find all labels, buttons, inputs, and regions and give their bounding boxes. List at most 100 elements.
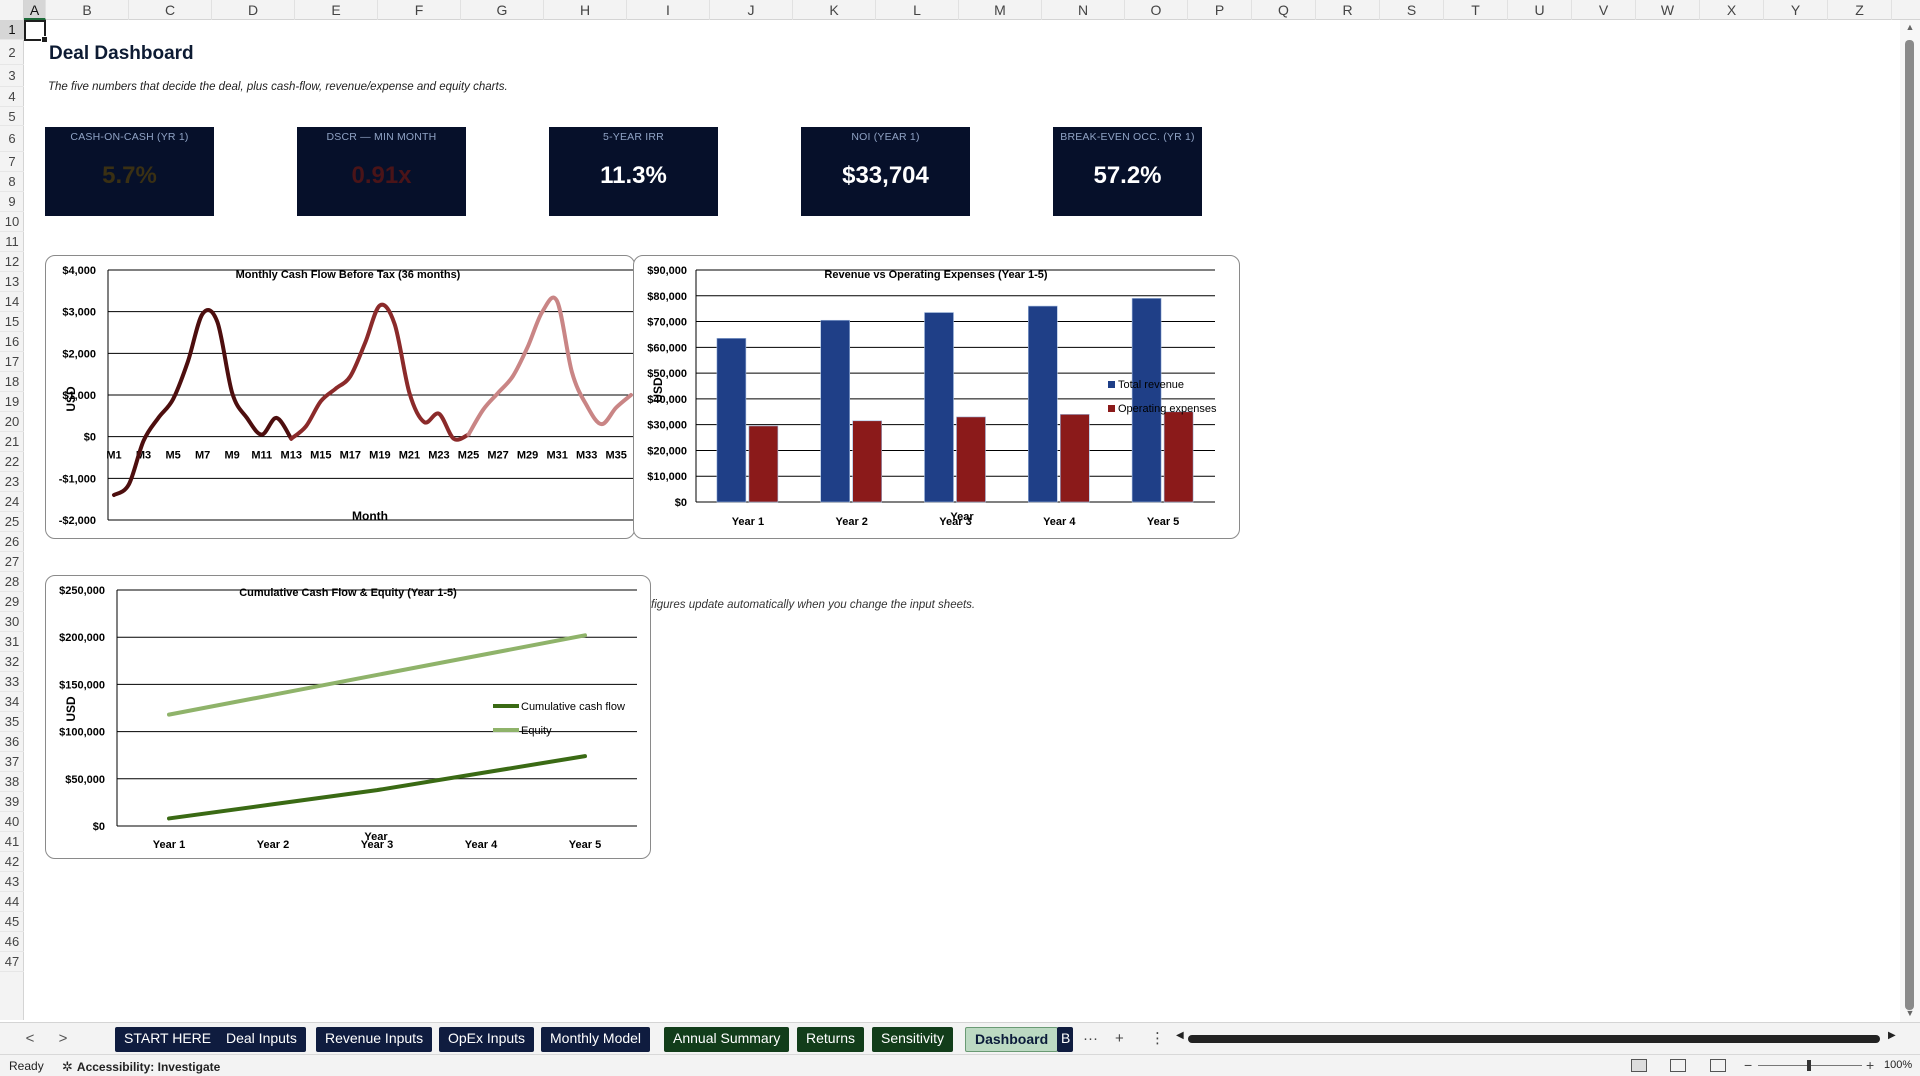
cumulative-equity-chart[interactable]: $250,000 $200,000 $150,000 $100,000 $50,000 $…	[45, 575, 651, 859]
row-header-9[interactable]: 9	[0, 192, 24, 212]
row-header-24[interactable]: 24	[0, 492, 24, 512]
column-header-r[interactable]: R	[1316, 0, 1380, 20]
row-header-26[interactable]: 26	[0, 532, 24, 552]
row-header-43[interactable]: 43	[0, 872, 24, 892]
add-sheet-icon[interactable]: +	[1115, 1027, 1124, 1051]
row-header-21[interactable]: 21	[0, 432, 24, 452]
select-all-corner[interactable]	[0, 0, 24, 20]
column-header-z[interactable]: Z	[1828, 0, 1892, 20]
column-header-b[interactable]: B	[46, 0, 129, 20]
row-header-4[interactable]: 4	[0, 87, 24, 107]
row-header-36[interactable]: 36	[0, 732, 24, 752]
normal-view-icon[interactable]	[1631, 1059, 1647, 1072]
tab-dashboard[interactable]: Dashboard	[965, 1027, 1059, 1052]
row-header-44[interactable]: 44	[0, 892, 24, 912]
row-header-12[interactable]: 12	[0, 252, 24, 272]
column-header-h[interactable]: H	[544, 0, 627, 20]
tab-revenue-inputs[interactable]: Revenue Inputs	[316, 1027, 433, 1052]
row-header-34[interactable]: 34	[0, 692, 24, 712]
column-header-g[interactable]: G	[461, 0, 544, 20]
column-header-j[interactable]: J	[710, 0, 793, 20]
row-header-15[interactable]: 15	[0, 312, 24, 332]
tab-start-here[interactable]: START HERE	[115, 1027, 221, 1052]
column-header-i[interactable]: I	[627, 0, 710, 20]
row-header-33[interactable]: 33	[0, 672, 24, 692]
tab-b-partial[interactable]: B	[1057, 1027, 1073, 1052]
row-header-28[interactable]: 28	[0, 572, 24, 592]
more-tabs-icon[interactable]: ···	[1083, 1027, 1098, 1051]
column-header-y[interactable]: Y	[1764, 0, 1828, 20]
scroll-right-icon[interactable]: ▶	[1888, 1030, 1896, 1041]
row-header-10[interactable]: 10	[0, 212, 24, 232]
row-header-18[interactable]: 18	[0, 372, 24, 392]
row-header-46[interactable]: 46	[0, 932, 24, 952]
row-header-35[interactable]: 35	[0, 712, 24, 732]
tab-next-icon[interactable]: >	[55, 1029, 71, 1049]
cashflow-chart[interactable]: $4,000 $3,000 $2,000 $1,000 $0 -$1,000 -$2,000…	[45, 255, 635, 539]
column-header-q[interactable]: Q	[1252, 0, 1316, 20]
row-header-45[interactable]: 45	[0, 912, 24, 932]
column-header-c[interactable]: C	[129, 0, 212, 20]
column-header-a[interactable]: A	[24, 0, 46, 20]
row-header-37[interactable]: 37	[0, 752, 24, 772]
page-layout-view-icon[interactable]	[1670, 1059, 1686, 1072]
column-header-d[interactable]: D	[212, 0, 295, 20]
column-header-x[interactable]: X	[1700, 0, 1764, 20]
row-header-13[interactable]: 13	[0, 272, 24, 292]
zoom-out-icon[interactable]: −	[1744, 1057, 1752, 1073]
row-header-3[interactable]: 3	[0, 65, 24, 87]
row-header-20[interactable]: 20	[0, 412, 24, 432]
scroll-left-icon[interactable]: ◀	[1176, 1030, 1184, 1041]
column-header-v[interactable]: V	[1572, 0, 1636, 20]
tab-prev-icon[interactable]: <	[22, 1029, 38, 1049]
row-header-16[interactable]: 16	[0, 332, 24, 352]
row-header-22[interactable]: 22	[0, 452, 24, 472]
page-break-view-icon[interactable]	[1710, 1059, 1726, 1072]
zoom-in-icon[interactable]: +	[1866, 1057, 1874, 1073]
column-header-m[interactable]: M	[959, 0, 1042, 20]
revenue-expense-chart[interactable]: $90,000 $80,000 $70,000 $60,000 $50,000 $40,0…	[633, 255, 1240, 539]
active-cell-a1[interactable]	[24, 20, 48, 43]
zoom-slider-thumb[interactable]	[1807, 1060, 1811, 1071]
row-header-29[interactable]: 29	[0, 592, 24, 612]
column-header-l[interactable]: L	[876, 0, 959, 20]
row-header-2[interactable]: 2	[0, 40, 24, 65]
column-header-w[interactable]: W	[1636, 0, 1700, 20]
horizontal-scroll-thumb[interactable]	[1188, 1035, 1880, 1043]
accessibility-status[interactable]: ✲ Accessibility: Investigate	[62, 1059, 220, 1075]
column-header-o[interactable]: O	[1125, 0, 1188, 20]
row-header-31[interactable]: 31	[0, 632, 24, 652]
tab-monthly-model[interactable]: Monthly Model	[541, 1027, 651, 1052]
row-header-17[interactable]: 17	[0, 352, 24, 372]
row-header-1[interactable]: 1	[0, 20, 24, 40]
row-header-25[interactable]: 25	[0, 512, 24, 532]
row-header-47[interactable]: 47	[0, 952, 24, 972]
vertical-scroll-thumb[interactable]	[1905, 40, 1914, 1010]
tab-sensitivity[interactable]: Sensitivity	[872, 1027, 954, 1052]
row-header-14[interactable]: 14	[0, 292, 24, 312]
column-header-n[interactable]: N	[1042, 0, 1125, 20]
tab-returns[interactable]: Returns	[797, 1027, 865, 1052]
sheet-options-icon[interactable]: ⋮	[1150, 1027, 1165, 1051]
scroll-up-icon[interactable]: ▲	[1904, 22, 1916, 32]
row-header-6[interactable]: 6	[0, 126, 24, 152]
column-header-u[interactable]: U	[1508, 0, 1572, 20]
tab-deal-inputs[interactable]: Deal Inputs	[217, 1027, 306, 1052]
row-header-30[interactable]: 30	[0, 612, 24, 632]
row-header-19[interactable]: 19	[0, 392, 24, 412]
row-header-8[interactable]: 8	[0, 172, 24, 192]
row-header-38[interactable]: 38	[0, 772, 24, 792]
row-header-5[interactable]: 5	[0, 107, 24, 126]
row-header-7[interactable]: 7	[0, 152, 24, 172]
column-header-k[interactable]: K	[793, 0, 876, 20]
vertical-scrollbar[interactable]: ▲ ▼	[1900, 20, 1920, 1022]
row-header-23[interactable]: 23	[0, 472, 24, 492]
row-header-42[interactable]: 42	[0, 852, 24, 872]
column-header-t[interactable]: T	[1444, 0, 1508, 20]
row-header-40[interactable]: 40	[0, 812, 24, 832]
row-header-41[interactable]: 41	[0, 832, 24, 852]
row-header-32[interactable]: 32	[0, 652, 24, 672]
scroll-down-icon[interactable]: ▼	[1904, 1008, 1916, 1018]
horizontal-scrollbar[interactable]: ◀ ▶	[1176, 1030, 1896, 1045]
column-header-s[interactable]: S	[1380, 0, 1444, 20]
